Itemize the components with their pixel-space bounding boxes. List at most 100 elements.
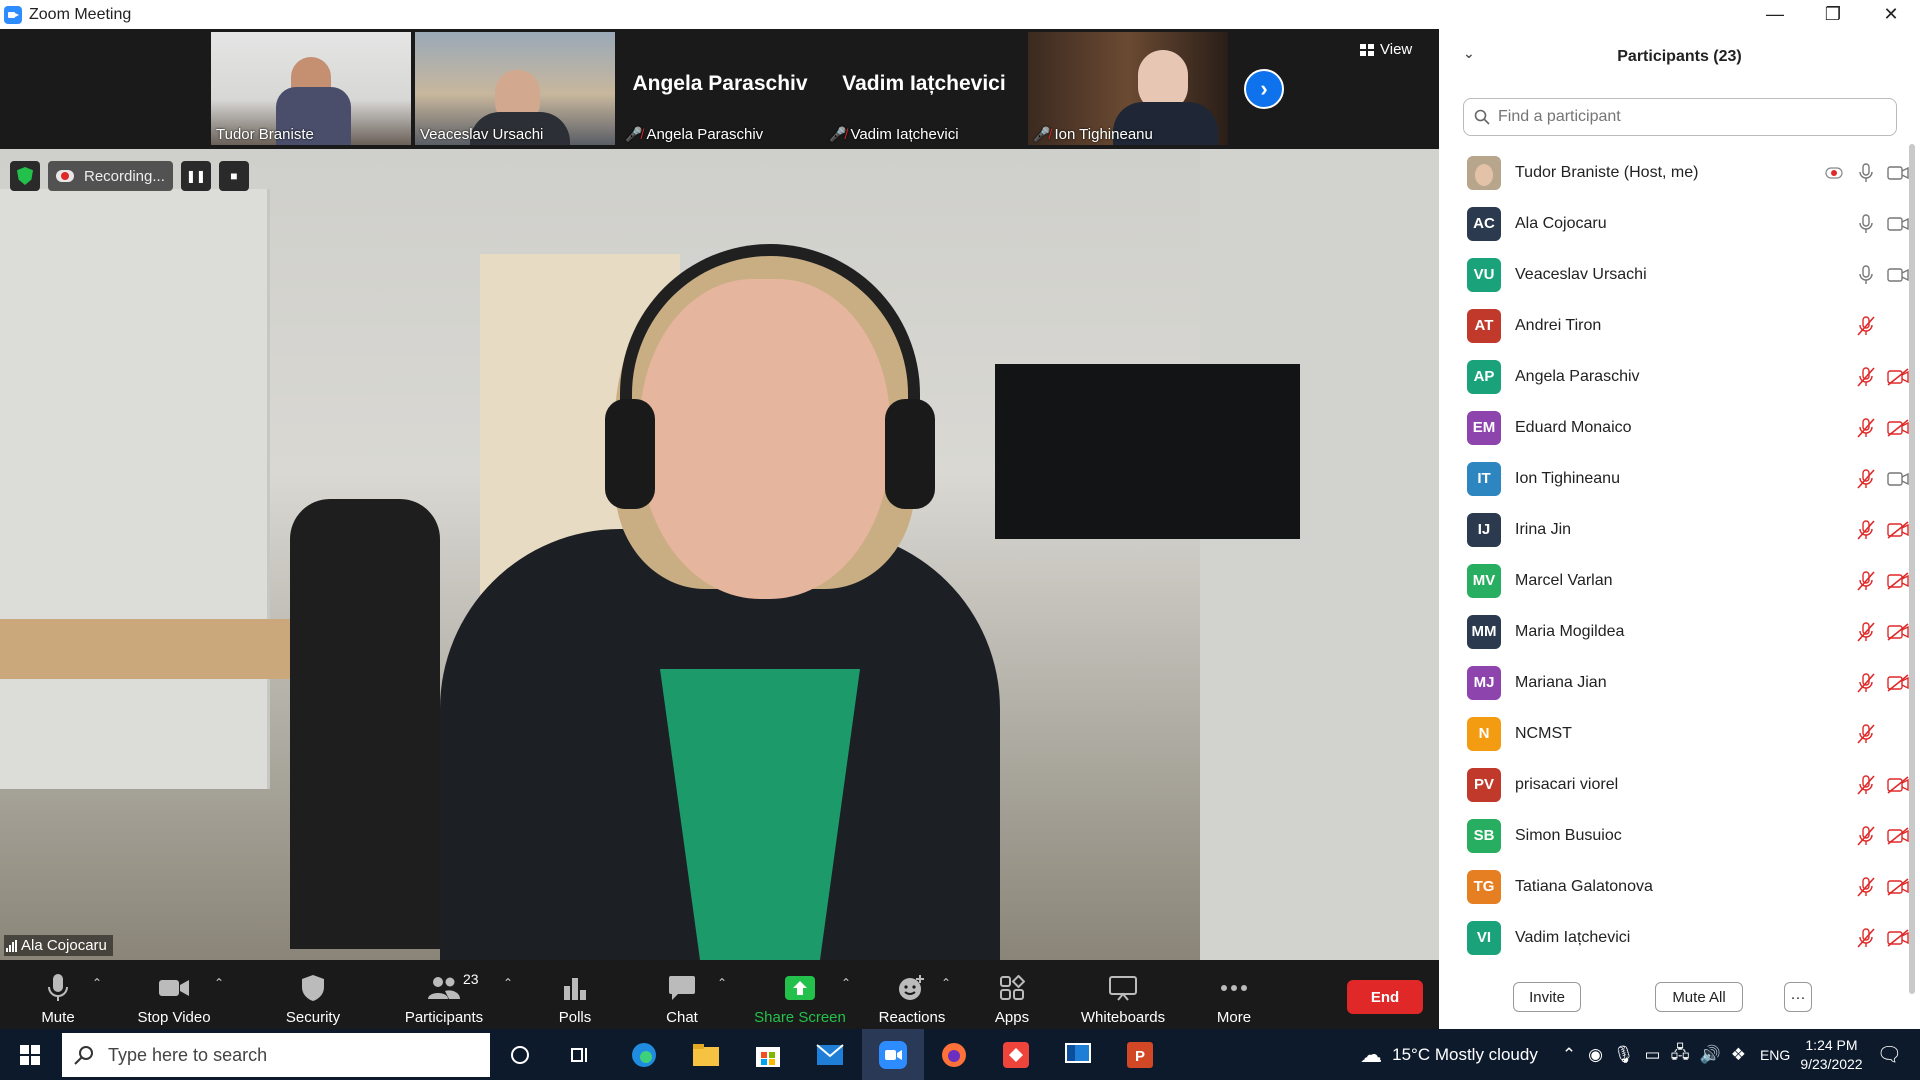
invite-button[interactable]: Invite [1513,982,1581,1012]
whiteboards-button[interactable]: Whiteboards [1075,960,1171,1039]
next-page-arrow[interactable]: › [1244,69,1284,109]
microphone-muted-icon[interactable] [1855,774,1877,796]
microphone-muted-icon[interactable] [1855,315,1877,337]
video-tile[interactable]: 🎤̸ Ion Tighineanu [1028,32,1228,145]
microphone-muted-icon[interactable] [1855,672,1877,694]
video-camera-icon[interactable] [1887,162,1909,184]
edge-browser-icon[interactable] [626,1037,662,1073]
stop-recording-button[interactable]: ■ [218,161,249,191]
microphone-muted-icon[interactable] [1855,519,1877,541]
microphone-icon[interactable] [1855,162,1877,184]
participant-row[interactable]: IJ Irina Jin [1439,504,1909,555]
share-options-caret[interactable]: ⌃ [841,976,851,990]
participant-row[interactable]: MJ Mariana Jian [1439,657,1909,708]
restore-button[interactable]: ❐ [1804,0,1862,29]
participant-row[interactable]: AT Andrei Tiron [1439,300,1909,351]
apps-button[interactable]: Apps [992,960,1032,1039]
participants-button[interactable]: 23 Participants [399,960,489,1039]
video-off-icon[interactable] [1887,621,1909,643]
end-meeting-button[interactable]: End [1347,980,1423,1014]
video-camera-icon[interactable] [1887,468,1909,490]
video-tile[interactable]: Angela Paraschiv 🎤̸ Angela Paraschiv [620,32,820,145]
mute-options-caret[interactable]: ⌃ [92,976,102,990]
pause-recording-button[interactable]: ❚❚ [180,161,211,191]
video-off-icon[interactable] [1887,672,1909,694]
reactions-options-caret[interactable]: ⌃ [941,976,951,990]
video-tile[interactable]: Vadim Iațchevici 🎤̸ Vadim Iațchevici [824,32,1024,145]
participant-row[interactable]: PV prisacari viorel [1439,759,1909,810]
mute-all-button[interactable]: Mute All [1655,982,1743,1012]
microphone-tray-icon[interactable]: 🎙 [1613,1045,1635,1065]
microphone-muted-icon[interactable] [1855,621,1877,643]
cortana-icon[interactable] [502,1037,538,1073]
firefox-icon[interactable] [936,1037,972,1073]
microsoft-store-icon[interactable] [750,1037,786,1073]
video-off-icon[interactable] [1887,519,1909,541]
search-input[interactable] [1498,108,1878,126]
battery-icon[interactable]: ▭ [1645,1045,1661,1065]
task-view-icon[interactable] [562,1037,598,1073]
participant-search[interactable] [1463,98,1897,136]
microphone-icon[interactable] [1855,213,1877,235]
dropbox-icon[interactable]: ❖ [1731,1045,1746,1065]
video-off-icon[interactable] [1887,876,1909,898]
participant-row[interactable]: IT Ion Tighineanu [1439,453,1909,504]
windows-start-button[interactable] [0,1029,60,1080]
minimize-button[interactable]: — [1746,0,1804,29]
taskbar-clock[interactable]: 1:24 PM 9/23/2022 [1800,1036,1862,1074]
participant-row[interactable]: Tudor Braniste (Host, me) [1439,147,1909,198]
video-options-caret[interactable]: ⌃ [214,976,224,990]
microphone-muted-icon[interactable] [1855,570,1877,592]
video-tile[interactable]: Tudor Braniste [211,32,411,145]
reactions-button[interactable]: Reactions [877,960,947,1039]
microphone-muted-icon[interactable] [1855,417,1877,439]
active-speaker-video[interactable]: Recording... ❚❚ ■ Ala Cojocaru [0,149,1439,960]
participant-row[interactable]: VU Veaceslav Ursachi [1439,249,1909,300]
video-off-icon[interactable] [1887,366,1909,388]
video-off-icon[interactable] [1887,570,1909,592]
panel-more-button[interactable]: ··· [1784,982,1812,1012]
webcam-icon[interactable]: ◉ [1588,1045,1603,1065]
cloud-weather-icon[interactable]: ☁ [1360,1042,1382,1068]
volume-icon[interactable]: 🔊 [1700,1045,1721,1065]
network-icon[interactable]: 🖧 [1671,1040,1690,1069]
participant-row[interactable]: AP Angela Paraschiv [1439,351,1909,402]
chevron-down-icon[interactable]: ⌄ [1463,45,1475,62]
microphone-muted-icon[interactable] [1855,468,1877,490]
microphone-muted-icon[interactable] [1855,927,1877,949]
video-camera-icon[interactable] [1887,264,1909,286]
participant-row[interactable]: AC Ala Cojocaru [1439,198,1909,249]
mute-button[interactable]: Mute [30,960,86,1039]
remote-desktop-icon[interactable] [1060,1037,1096,1073]
participant-row[interactable]: MV Marcel Varlan [1439,555,1909,606]
chat-options-caret[interactable]: ⌃ [717,976,727,990]
polls-button[interactable]: Polls [555,960,595,1039]
microphone-muted-icon[interactable] [1855,366,1877,388]
video-off-icon[interactable] [1887,825,1909,847]
encryption-shield-icon[interactable] [10,161,40,191]
anydesk-icon[interactable] [998,1037,1034,1073]
participant-row[interactable]: VI Vadim Iațchevici [1439,912,1909,963]
participant-row[interactable]: EM Eduard Monaico [1439,402,1909,453]
microphone-muted-icon[interactable] [1855,825,1877,847]
language-indicator[interactable]: ENG [1760,1047,1790,1063]
participant-row[interactable]: MM Maria Mogildea [1439,606,1909,657]
participant-list-scrollbar[interactable] [1909,144,1915,994]
mail-icon[interactable] [812,1037,848,1073]
video-camera-icon[interactable] [1887,213,1909,235]
participant-row[interactable]: N NCMST [1439,708,1909,759]
video-tile[interactable]: Veaceslav Ursachi [415,32,615,145]
view-button[interactable]: View [1360,41,1412,58]
video-off-icon[interactable] [1887,927,1909,949]
video-off-icon[interactable] [1887,774,1909,796]
microphone-muted-icon[interactable] [1855,723,1877,745]
stop-video-button[interactable]: Stop Video [132,960,216,1039]
zoom-taskbar-icon[interactable] [875,1037,911,1073]
participant-row[interactable]: TG Tatiana Galatonova [1439,861,1909,912]
notifications-icon[interactable]: 🗨 [1877,1042,1902,1067]
taskbar-search-box[interactable]: Type here to search [62,1033,490,1077]
share-screen-button[interactable]: Share Screen [752,960,848,1039]
chat-button[interactable]: Chat [662,960,702,1039]
security-button[interactable]: Security [280,960,346,1039]
microphone-muted-icon[interactable] [1855,876,1877,898]
